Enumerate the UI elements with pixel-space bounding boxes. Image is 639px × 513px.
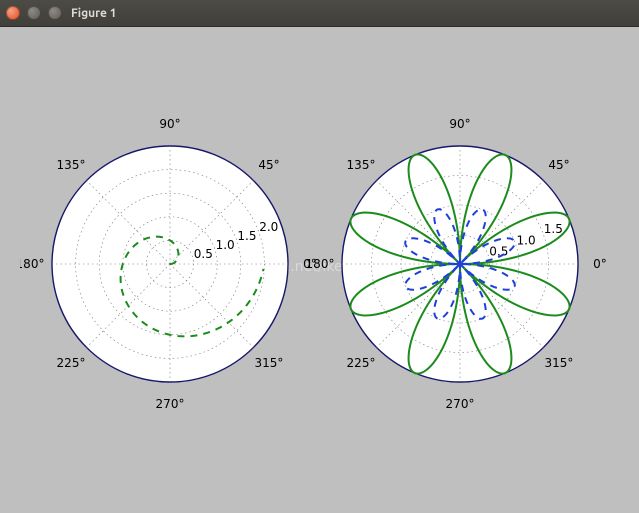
angle-tick-label: 0° — [593, 257, 607, 271]
r-tick-label: 1.5 — [544, 222, 563, 236]
angle-tick-label: 180° — [306, 257, 335, 271]
window: Figure 1 http://blog.csdn.net/ikerpeng0°… — [0, 0, 639, 513]
angle-tick-label: 135° — [57, 158, 86, 172]
angle-tick-label: 45° — [258, 158, 279, 172]
angle-tick-label: 90° — [159, 117, 180, 131]
r-tick-label: 0.5 — [194, 247, 213, 261]
titlebar[interactable]: Figure 1 — [0, 0, 639, 27]
angle-tick-label: 315° — [255, 356, 284, 370]
angle-tick-label: 225° — [347, 356, 376, 370]
angle-tick-label: 225° — [57, 356, 86, 370]
angle-tick-label: 45° — [548, 158, 569, 172]
angle-tick-label: 135° — [347, 158, 376, 172]
r-tick-label: 1.0 — [517, 233, 536, 247]
r-tick-label: 2.0 — [259, 220, 278, 234]
close-icon[interactable] — [6, 6, 20, 20]
angle-tick-label: 270° — [446, 397, 475, 411]
maximize-icon[interactable] — [48, 6, 62, 20]
figure-area: http://blog.csdn.net/ikerpeng0°45°90°135… — [0, 27, 639, 513]
angle-tick-label: 270° — [156, 397, 185, 411]
r-tick-label: 1.5 — [237, 229, 256, 243]
r-tick-label: 1.0 — [216, 238, 235, 252]
polar-plots: http://blog.csdn.net/ikerpeng0°45°90°135… — [20, 69, 620, 479]
window-title: Figure 1 — [71, 7, 117, 20]
angle-tick-label: 90° — [449, 117, 470, 131]
minimize-icon[interactable] — [27, 6, 41, 20]
angle-tick-label: 315° — [545, 356, 574, 370]
angle-tick-label: 180° — [20, 257, 44, 271]
